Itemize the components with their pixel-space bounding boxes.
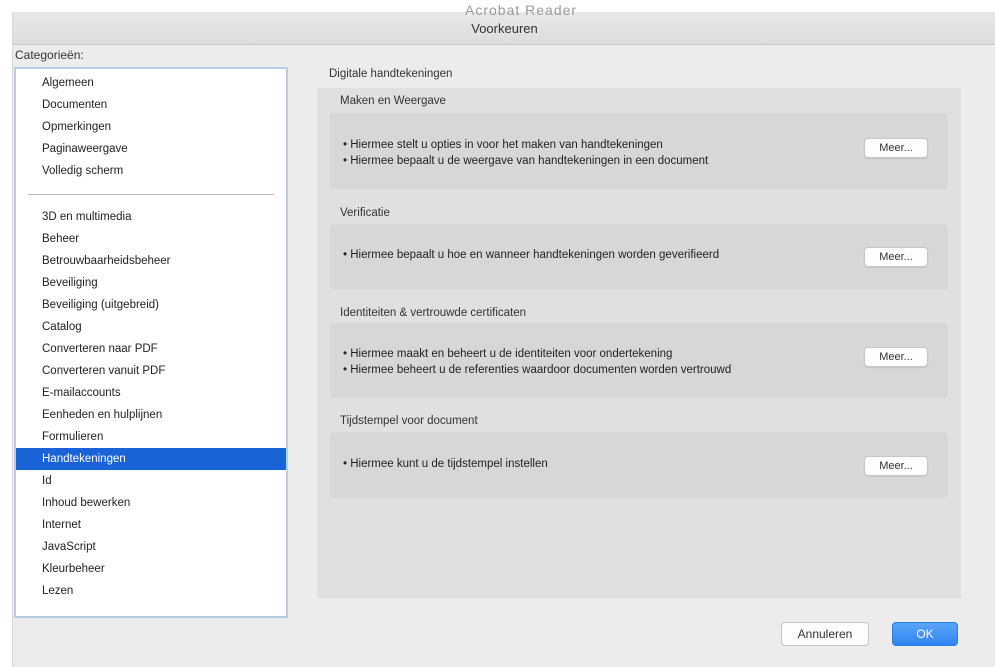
- group-line: • Hiermee bepaalt u de weergave van hand…: [343, 155, 709, 167]
- group-line: • Hiermee stelt u opties in voor het mak…: [343, 139, 663, 151]
- sidebar-item-internet[interactable]: Internet: [16, 514, 286, 536]
- group-title-identiteiten: Identiteiten & vertrouwde certificaten: [340, 307, 527, 319]
- cancel-button[interactable]: Annuleren: [781, 622, 869, 646]
- sidebar-item-betrouwbaarheidsbeheer[interactable]: Betrouwbaarheidsbeheer: [16, 250, 286, 272]
- sidebar-item-converteren-vanuit-pdf[interactable]: Converteren vanuit PDF: [16, 360, 286, 382]
- group-box-maken-en-weergave: [330, 113, 948, 189]
- group-line: • Hiermee kunt u de tijdstempel instelle…: [343, 458, 548, 470]
- sidebar-item-inhoud-bewerken[interactable]: Inhoud bewerken: [16, 492, 286, 514]
- sidebar-item-beveiliging[interactable]: Beveiliging: [16, 272, 286, 294]
- window-title: Voorkeuren: [471, 21, 538, 36]
- sidebar-item-paginaweergave[interactable]: Paginaweergave: [16, 138, 286, 160]
- sidebar-item-documenten[interactable]: Documenten: [16, 94, 286, 116]
- sidebar-item-e-mailaccounts[interactable]: E-mailaccounts: [16, 382, 286, 404]
- sidebar-item-formulieren[interactable]: Formulieren: [16, 426, 286, 448]
- sidebar-item-catalog[interactable]: Catalog: [16, 316, 286, 338]
- category-list[interactable]: Algemeen Documenten Opmerkingen Paginawe…: [14, 67, 288, 618]
- sidebar-item-volledig-scherm[interactable]: Volledig scherm: [16, 160, 286, 182]
- sidebar-item-algemeen[interactable]: Algemeen: [16, 72, 286, 94]
- more-button-verificatie[interactable]: Meer...: [864, 247, 928, 267]
- ok-button[interactable]: OK: [892, 622, 958, 646]
- sidebar-item-handtekeningen[interactable]: Handtekeningen: [16, 448, 286, 470]
- sidebar-item-kleurbeheer[interactable]: Kleurbeheer: [16, 558, 286, 580]
- sidebar-item-eenheden-en-hulplijnen[interactable]: Eenheden en hulplijnen: [16, 404, 286, 426]
- more-button-maken-en-weergave[interactable]: Meer...: [864, 138, 928, 158]
- more-button-identiteiten[interactable]: Meer...: [864, 347, 928, 367]
- group-line: • Hiermee bepaalt u hoe en wanneer handt…: [343, 249, 720, 261]
- categories-label: Categorieën:: [15, 48, 84, 62]
- group-line: • Hiermee maakt en beheert u de identite…: [343, 348, 673, 360]
- group-title-verificatie: Verificatie: [340, 207, 390, 219]
- sidebar-item-beveiliging-uitgebreid[interactable]: Beveiliging (uitgebreid): [16, 294, 286, 316]
- group-box-identiteiten: [330, 323, 948, 398]
- background-window-title: Acrobat Reader: [465, 2, 578, 18]
- group-title-tijdstempel: Tijdstempel voor document: [340, 415, 478, 427]
- group-title-maken-en-weergave: Maken en Weergave: [340, 95, 446, 107]
- sidebar-item-javascript[interactable]: JavaScript: [16, 536, 286, 558]
- sidebar-item-beheer[interactable]: Beheer: [16, 228, 286, 250]
- sidebar-item-3d-en-multimedia[interactable]: 3D en multimedia: [16, 206, 286, 228]
- sidebar-item-lezen[interactable]: Lezen: [16, 580, 286, 602]
- list-separator: [28, 194, 274, 195]
- group-line: • Hiermee beheert u de referenties waard…: [343, 364, 732, 376]
- sidebar-item-id[interactable]: Id: [16, 470, 286, 492]
- more-button-tijdstempel[interactable]: Meer...: [864, 456, 928, 476]
- sidebar-item-opmerkingen[interactable]: Opmerkingen: [16, 116, 286, 138]
- section-title: Digitale handtekeningen: [329, 68, 453, 80]
- sidebar-item-converteren-naar-pdf[interactable]: Converteren naar PDF: [16, 338, 286, 360]
- title-bar: Acrobat Reader Voorkeuren: [13, 2, 995, 45]
